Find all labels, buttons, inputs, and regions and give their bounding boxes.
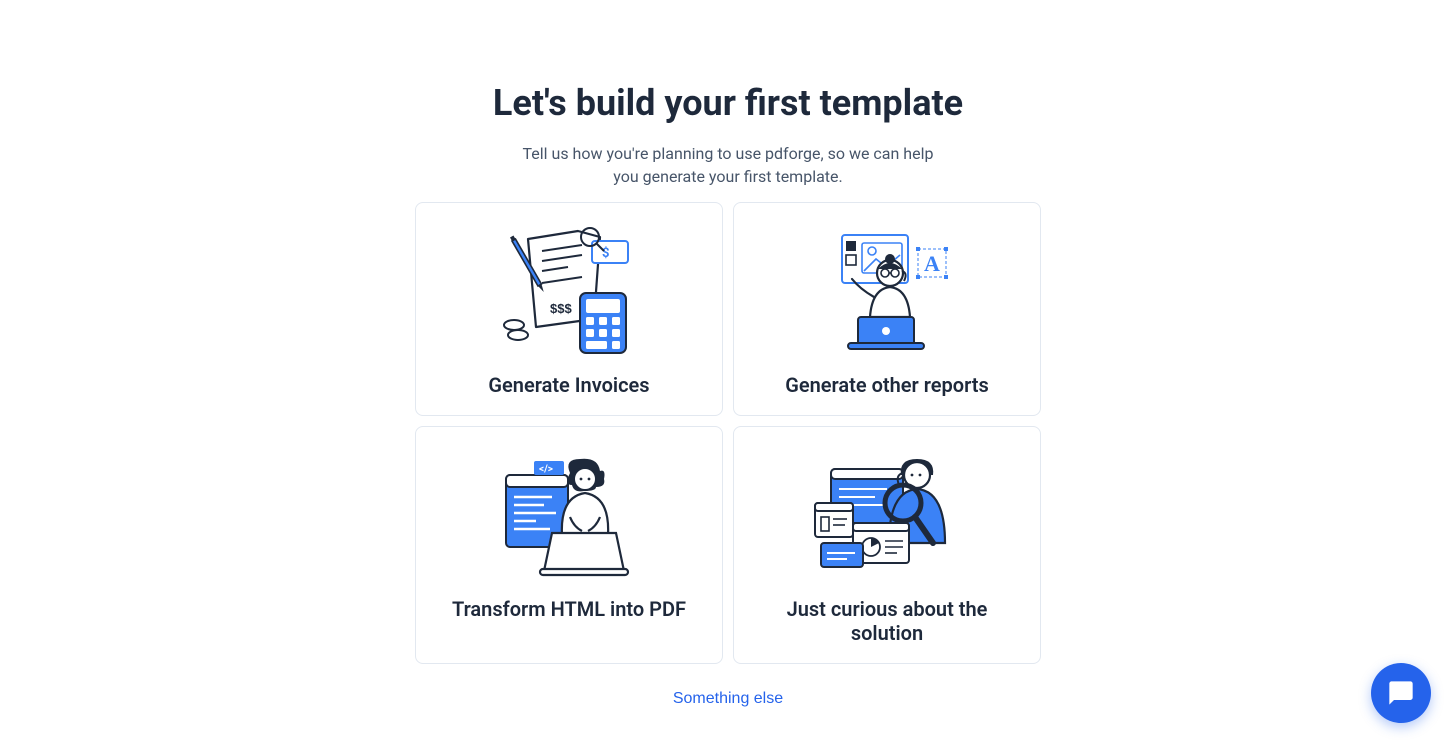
options-grid: $$$ $ [415, 202, 1041, 664]
chat-icon [1387, 679, 1415, 707]
html-illustration-icon: </> [489, 447, 649, 587]
svg-text:$: $ [602, 246, 609, 261]
page-subtitle: Tell us how you're planning to use pdfor… [518, 142, 938, 188]
option-label: Generate Invoices [488, 373, 649, 397]
something-else-link[interactable]: Something else [673, 690, 783, 708]
option-card-other-reports[interactable]: A [733, 202, 1041, 416]
page-title: Let's build your first template [493, 82, 963, 124]
invoice-illustration-icon: $$$ $ [489, 223, 649, 363]
reports-illustration-icon: A [807, 223, 967, 363]
option-card-curious[interactable]: Just curious about the solution [733, 426, 1041, 664]
option-label: Transform HTML into PDF [452, 597, 686, 621]
chat-widget-button[interactable] [1371, 663, 1431, 723]
svg-text:$$$: $$$ [550, 301, 572, 316]
option-card-invoices[interactable]: $$$ $ [415, 202, 723, 416]
curious-illustration-icon [807, 447, 967, 587]
option-label: Just curious about the solution [750, 597, 1024, 645]
option-card-html-to-pdf[interactable]: </> [415, 426, 723, 664]
svg-text:</>: </> [539, 464, 553, 475]
onboarding-container: Let's build your first template Tell us … [0, 0, 1456, 708]
option-label: Generate other reports [785, 373, 989, 397]
svg-text:A: A [924, 251, 940, 276]
